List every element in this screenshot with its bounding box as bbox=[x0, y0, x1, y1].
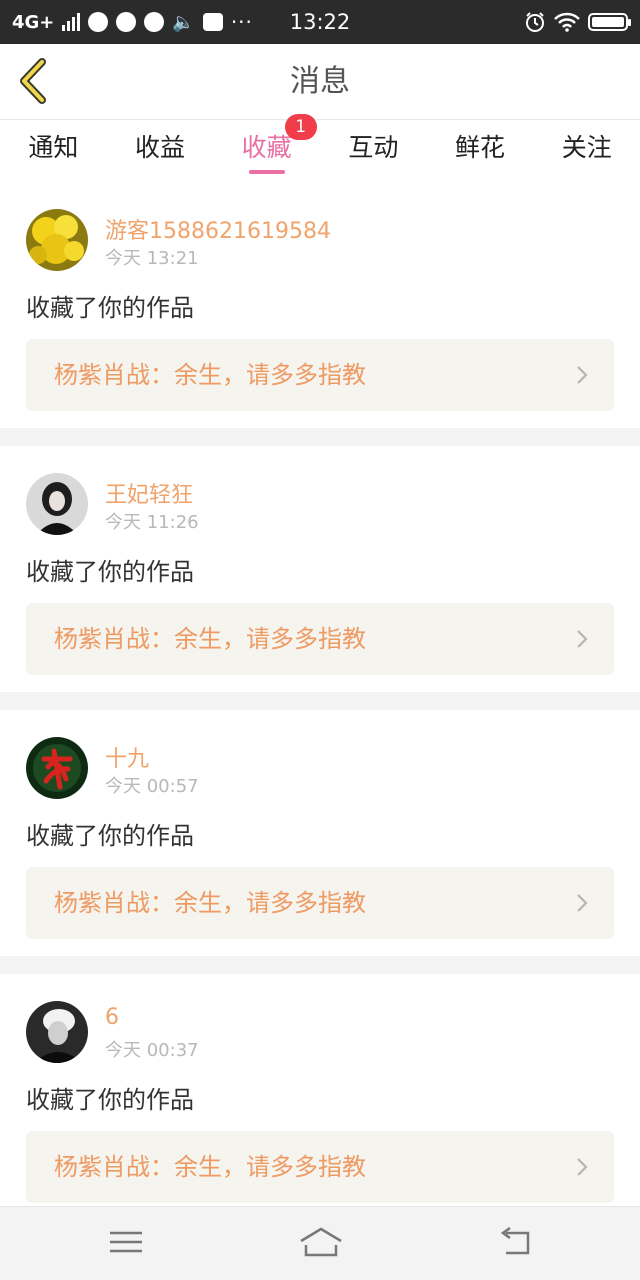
home-icon[interactable] bbox=[298, 1225, 344, 1259]
tab-flowers[interactable]: 鲜花 bbox=[427, 120, 534, 182]
message-list: 游客1588621619584 今天 13:21 收藏了你的作品 杨紫肖战：余生… bbox=[0, 182, 640, 1238]
avatar[interactable] bbox=[26, 209, 88, 271]
chevron-right-icon bbox=[577, 366, 588, 384]
avatar[interactable] bbox=[26, 1001, 88, 1063]
browser-icon bbox=[88, 12, 109, 32]
message-card: 王妃轻狂 今天 11:26 收藏了你的作品 杨紫肖战：余生，请多多指教 bbox=[0, 446, 640, 692]
work-link[interactable]: 杨紫肖战：余生，请多多指教 bbox=[26, 603, 614, 675]
chevron-right-icon bbox=[577, 1158, 588, 1176]
tab-label: 通知 bbox=[28, 133, 79, 162]
username[interactable]: 游客1588621619584 bbox=[105, 213, 331, 245]
message-text: 收藏了你的作品 bbox=[26, 558, 194, 586]
status-left: 4G+ 🔈 ··· bbox=[12, 10, 253, 34]
tab-label: 互动 bbox=[348, 133, 399, 162]
battery-icon bbox=[588, 13, 631, 31]
tab-interactions[interactable]: 互动 bbox=[320, 120, 427, 182]
tab-notifications[interactable]: 通知 bbox=[0, 120, 107, 182]
mail-icon bbox=[202, 13, 223, 31]
network-type: 4G+ bbox=[12, 11, 55, 33]
header: 消息 bbox=[0, 44, 640, 120]
chevron-right-icon bbox=[577, 894, 588, 912]
unread-badge: 1 bbox=[284, 114, 317, 140]
active-tab-indicator bbox=[248, 170, 285, 174]
username[interactable]: 6 bbox=[105, 1005, 119, 1030]
avatar-image-flowers bbox=[26, 209, 88, 271]
system-nav-bar bbox=[0, 1206, 640, 1280]
tab-favorites[interactable]: 收藏 1 bbox=[213, 114, 320, 182]
work-link[interactable]: 杨紫肖战：余生，请多多指教 bbox=[26, 339, 614, 411]
chevron-right-icon bbox=[577, 630, 588, 648]
username[interactable]: 十九 bbox=[105, 741, 149, 773]
status-bar: 4G+ 🔈 ··· 13:22 bbox=[0, 0, 640, 44]
avatar-image-person bbox=[26, 473, 88, 535]
tab-label: 收益 bbox=[135, 133, 186, 162]
message-card: 6 今天 00:37 收藏了你的作品 杨紫肖战：余生，请多多指教 bbox=[0, 974, 640, 1220]
timestamp: 今天 11:26 bbox=[105, 512, 199, 533]
avatar-image-portrait bbox=[26, 1001, 88, 1063]
avatar-image-calligraphy bbox=[26, 737, 88, 799]
message-text: 收藏了你的作品 bbox=[26, 294, 194, 322]
tab-label: 收藏 bbox=[241, 133, 292, 162]
work-link[interactable]: 杨紫肖战：余生，请多多指教 bbox=[26, 1131, 614, 1203]
timestamp: 今天 00:37 bbox=[105, 1040, 199, 1061]
tab-label: 鲜花 bbox=[455, 133, 506, 162]
work-title: 杨紫肖战：余生，请多多指教 bbox=[54, 889, 366, 917]
work-title: 杨紫肖战：余生，请多多指教 bbox=[54, 625, 366, 653]
wechat-icon bbox=[116, 12, 137, 32]
avatar[interactable] bbox=[26, 737, 88, 799]
tab-follows[interactable]: 关注 bbox=[533, 120, 640, 182]
work-link[interactable]: 杨紫肖战：余生，请多多指教 bbox=[26, 867, 614, 939]
avatar[interactable] bbox=[26, 473, 88, 535]
work-title: 杨紫肖战：余生，请多多指教 bbox=[54, 361, 366, 389]
tab-label: 关注 bbox=[561, 133, 612, 162]
mute-icon: 🔈 bbox=[172, 11, 195, 33]
chat-icon bbox=[144, 12, 165, 32]
message-text: 收藏了你的作品 bbox=[26, 822, 194, 850]
page-title: 消息 bbox=[290, 64, 350, 99]
username[interactable]: 王妃轻狂 bbox=[105, 477, 193, 509]
message-text: 收藏了你的作品 bbox=[26, 1086, 194, 1114]
timestamp: 今天 13:21 bbox=[105, 248, 199, 269]
message-card: 十九 今天 00:57 收藏了你的作品 杨紫肖战：余生，请多多指教 bbox=[0, 710, 640, 956]
work-title: 杨紫肖战：余生，请多多指教 bbox=[54, 1153, 366, 1181]
timestamp: 今天 00:57 bbox=[105, 776, 199, 797]
tab-bar: 通知 收益 收藏 1 互动 鲜花 关注 bbox=[0, 114, 640, 182]
message-card: 游客1588621619584 今天 13:21 收藏了你的作品 杨紫肖战：余生… bbox=[0, 182, 640, 428]
menu-icon[interactable] bbox=[106, 1225, 146, 1259]
status-right bbox=[524, 11, 631, 33]
tab-earnings[interactable]: 收益 bbox=[107, 120, 214, 182]
back-nav-icon[interactable] bbox=[496, 1225, 536, 1259]
signal-icon bbox=[62, 13, 81, 31]
alarm-icon bbox=[526, 12, 544, 32]
more-notifications-icon: ··· bbox=[230, 10, 253, 34]
wifi-icon bbox=[554, 12, 580, 32]
